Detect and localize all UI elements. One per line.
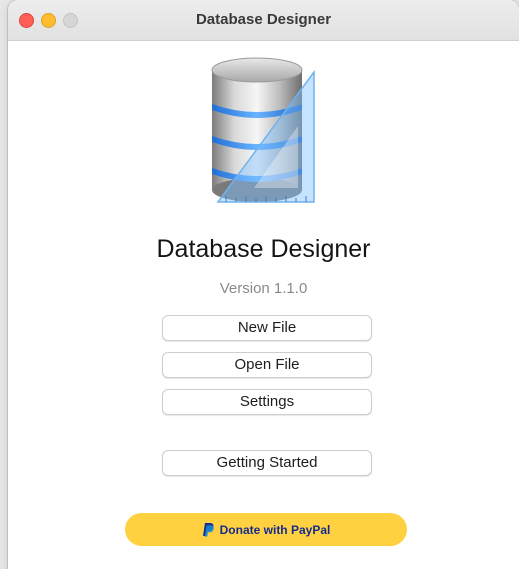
window-title: Database Designer <box>195 11 332 28</box>
database-logo-icon <box>211 57 315 203</box>
title-bar[interactable]: Database Designer <box>8 0 519 41</box>
new-file-button[interactable]: New File <box>162 315 372 341</box>
app-window: Database Designer Database Designer Vers… <box>8 0 519 569</box>
donate-paypal-button[interactable]: Donate with PayPal <box>125 513 407 546</box>
version-label: Version 1.1.0 <box>219 280 308 297</box>
donate-label: Donate with PayPal <box>219 522 331 537</box>
open-file-button[interactable]: Open File <box>162 352 372 378</box>
settings-button[interactable]: Settings <box>162 389 372 415</box>
app-name: Database Designer <box>156 235 371 263</box>
paypal-icon <box>202 522 214 537</box>
getting-started-button[interactable]: Getting Started <box>162 450 372 476</box>
